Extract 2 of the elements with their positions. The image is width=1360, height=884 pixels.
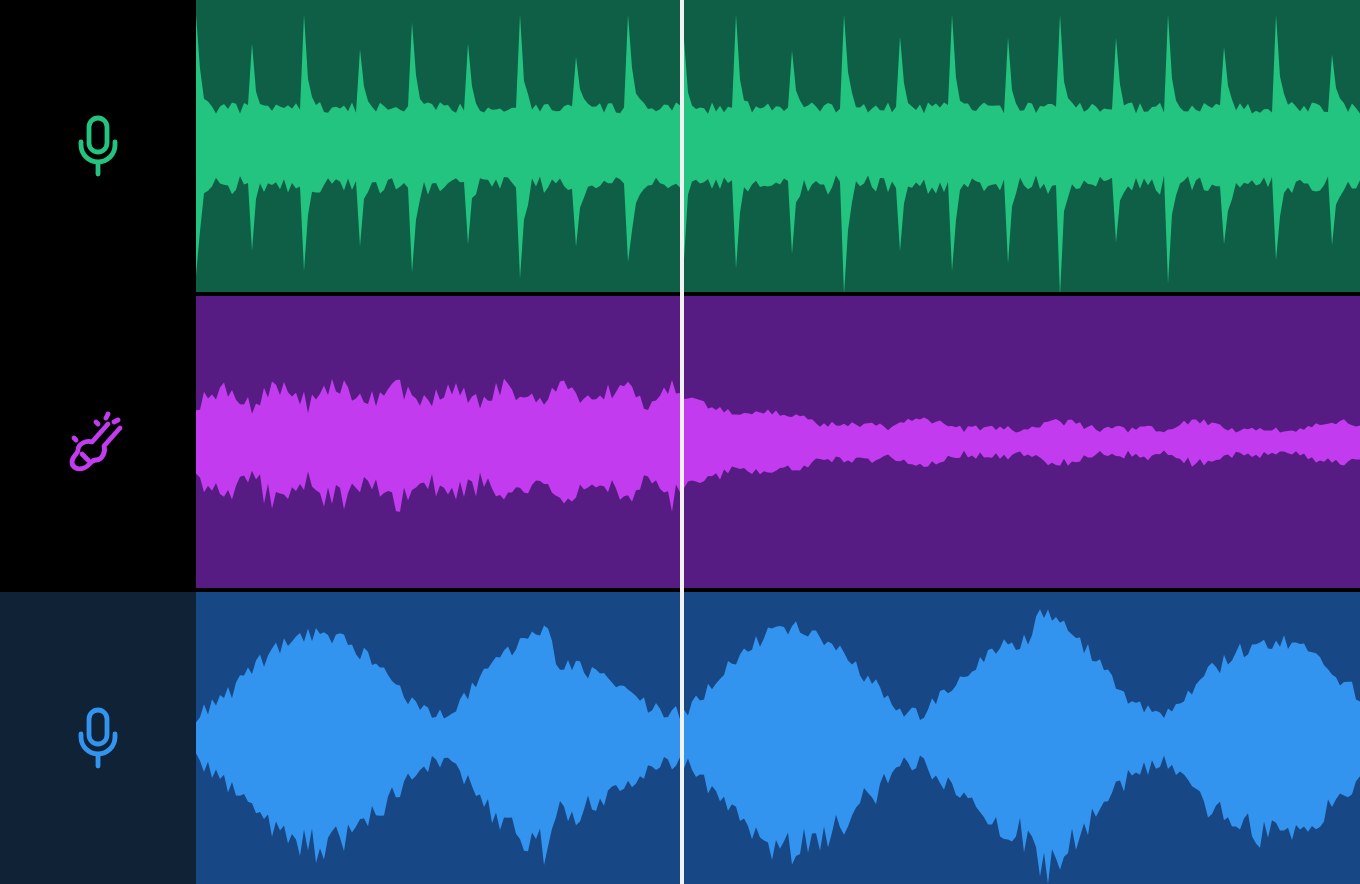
playhead-line[interactable] — [680, 0, 685, 884]
track-header[interactable] — [0, 592, 196, 884]
